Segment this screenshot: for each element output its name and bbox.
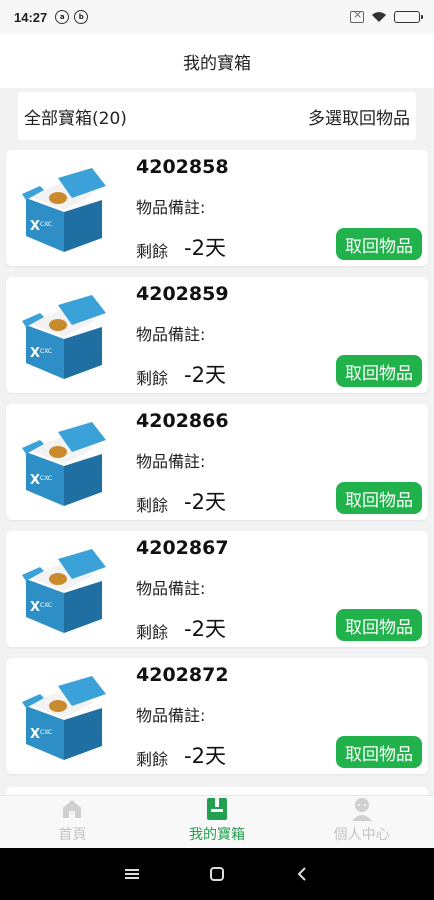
treasure-box-icon: X CXC (22, 549, 106, 633)
home-icon (63, 800, 82, 818)
tab-home[interactable]: 首頁 (0, 796, 145, 848)
tab-label: 我的寶箱 (189, 827, 245, 843)
remaining-label: 剩餘 (136, 496, 169, 515)
item-note-label: 物品備註: (136, 579, 206, 598)
box-id: 4202867 (136, 537, 229, 559)
tab-label: 首頁 (58, 827, 87, 843)
box-list: X CXC 4202858 物品備註: 剩餘 -2天 取回物品 X CXC 42… (6, 150, 428, 785)
home-button-icon[interactable] (202, 859, 232, 889)
remaining-days: -2天 (184, 490, 226, 514)
box-icon (207, 798, 227, 820)
tab-my-boxes[interactable]: 我的寶箱 (145, 796, 290, 848)
item-note-label: 物品備註: (136, 198, 206, 217)
treasure-box-icon: X CXC (22, 676, 106, 760)
svg-text:CXC: CXC (40, 348, 52, 355)
status-right (350, 8, 423, 23)
box-id: 4202858 (136, 156, 229, 178)
wifi-icon (372, 12, 386, 22)
system-nav-bar (0, 848, 434, 900)
item-note-label: 物品備註: (136, 452, 206, 471)
box-id: 4202859 (136, 283, 229, 305)
notification-icon: a (55, 10, 70, 24)
remaining-label: 剩餘 (136, 242, 169, 261)
svg-text:CXC: CXC (40, 602, 52, 609)
remaining-label: 剩餘 (136, 750, 169, 769)
treasure-box-icon: X CXC (22, 422, 106, 506)
svg-text:CXC: CXC (40, 221, 52, 228)
page-title: 我的寶箱 (0, 34, 434, 88)
remaining-days: -2天 (184, 617, 226, 641)
svg-text:X: X (30, 346, 40, 361)
toolbar: 全部寶箱(20) 多選取回物品 (18, 92, 416, 140)
box-id: 4202872 (136, 664, 229, 686)
treasure-box-icon: X CXC (22, 168, 106, 252)
all-boxes-filter[interactable]: 全部寶箱(20) (24, 104, 127, 129)
remaining-days: -2天 (184, 363, 226, 387)
svg-text:CXC: CXC (40, 729, 52, 736)
notification-icon: b (74, 10, 89, 24)
list-item[interactable]: X CXC 4202858 物品備註: 剩餘 -2天 取回物品 (6, 150, 428, 266)
retrieve-item-button[interactable]: 取回物品 (336, 355, 422, 387)
retrieve-item-button[interactable]: 取回物品 (336, 228, 422, 260)
retrieve-item-button[interactable]: 取回物品 (336, 736, 422, 768)
svg-text:X: X (30, 473, 40, 488)
multi-select-retrieve-button[interactable]: 多選取回物品 (308, 104, 410, 129)
tab-label: 個人中心 (333, 827, 390, 843)
svg-text:X: X (30, 727, 40, 742)
list-item[interactable]: X CXC 4202859 物品備註: 剩餘 -2天 取回物品 (6, 277, 428, 393)
status-bar: 14:27 a b (0, 0, 434, 34)
recent-apps-icon[interactable] (117, 859, 147, 889)
item-note-label: 物品備註: (136, 325, 206, 344)
back-icon[interactable] (287, 859, 317, 889)
remaining-label: 剩餘 (136, 623, 169, 642)
remaining-label: 剩餘 (136, 369, 169, 388)
treasure-box-icon: X CXC (22, 295, 106, 379)
bottom-nav: 首頁 我的寶箱 個人中心 (0, 795, 434, 848)
list-item[interactable]: X CXC 4202867 物品備註: 剩餘 -2天 取回物品 (6, 531, 428, 647)
battery-icon (394, 11, 423, 23)
box-id: 4202866 (136, 410, 229, 432)
person-icon (351, 798, 372, 821)
svg-text:CXC: CXC (40, 475, 52, 482)
remaining-days: -2天 (184, 744, 226, 768)
list-item[interactable]: X CXC 4202866 物品備註: 剩餘 -2天 取回物品 (6, 404, 428, 520)
svg-text:X: X (30, 219, 40, 234)
svg-text:X: X (30, 600, 40, 615)
tab-profile[interactable]: 個人中心 (289, 796, 434, 848)
remaining-days: -2天 (184, 236, 226, 260)
list-item[interactable]: X CXC 4202872 物品備註: 剩餘 -2天 取回物品 (6, 658, 428, 774)
item-note-label: 物品備註: (136, 706, 206, 725)
retrieve-item-button[interactable]: 取回物品 (336, 482, 422, 514)
retrieve-item-button[interactable]: 取回物品 (336, 609, 422, 641)
sim-off-icon (350, 8, 364, 23)
status-time: 14:27 (14, 9, 48, 25)
